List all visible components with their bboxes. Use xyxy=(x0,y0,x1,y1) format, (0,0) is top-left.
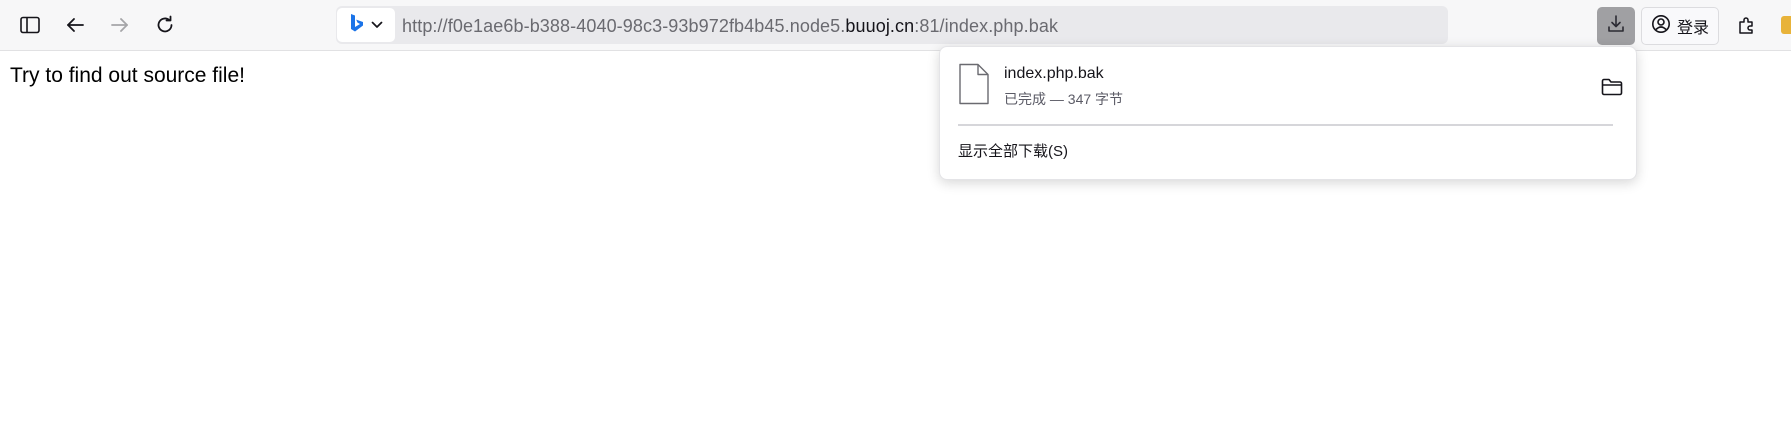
downloads-panel: index.php.bak 已完成 — 347 字节 显示全部下载(S) xyxy=(939,46,1637,180)
account-icon xyxy=(1651,14,1671,39)
url-domain: buuoj.cn xyxy=(845,16,915,36)
file-icon xyxy=(958,63,990,110)
panel-divider xyxy=(958,124,1613,126)
arrow-left-icon xyxy=(65,16,85,34)
url-prefix: http://f0e1ae6b-b388-4040-98c3-93b972fb4… xyxy=(402,16,846,36)
open-folder-button[interactable] xyxy=(1598,75,1626,103)
download-filename: index.php.bak xyxy=(1004,65,1104,82)
back-button[interactable] xyxy=(59,9,91,41)
bing-icon xyxy=(349,13,365,38)
extensions-button[interactable] xyxy=(1731,9,1763,41)
url-text[interactable]: http://f0e1ae6b-b388-4040-98c3-93b972fb4… xyxy=(402,16,1058,37)
sidebar-toggle-button[interactable] xyxy=(14,9,46,41)
download-status: 已完成 — 347 字节 xyxy=(1004,91,1124,107)
download-icon xyxy=(1606,14,1626,39)
sidebar-icon xyxy=(20,16,40,34)
signin-button[interactable]: 登录 xyxy=(1641,7,1719,45)
download-item[interactable]: index.php.bak 已完成 — 347 字节 xyxy=(958,63,1623,115)
puzzle-icon xyxy=(1737,15,1757,35)
reload-button[interactable] xyxy=(149,9,181,41)
forward-button[interactable] xyxy=(104,9,136,41)
downloads-button[interactable] xyxy=(1597,7,1635,45)
arrow-right-icon xyxy=(110,16,130,34)
page-message: Try to find out source file! xyxy=(10,64,245,87)
browser-toolbar: http://f0e1ae6b-b388-4040-98c3-93b972fb4… xyxy=(0,0,1791,51)
chevron-down-icon xyxy=(371,16,383,34)
url-bar[interactable]: http://f0e1ae6b-b388-4040-98c3-93b972fb4… xyxy=(336,6,1448,44)
search-engine-button[interactable] xyxy=(337,8,395,42)
signin-label: 登录 xyxy=(1677,20,1710,37)
url-suffix: :81/index.php.bak xyxy=(914,16,1059,36)
extension-partial-icon[interactable] xyxy=(1781,16,1791,34)
folder-icon xyxy=(1601,78,1623,101)
show-all-downloads-button[interactable]: 显示全部下载(S) xyxy=(958,140,1068,161)
reload-icon xyxy=(155,15,175,35)
